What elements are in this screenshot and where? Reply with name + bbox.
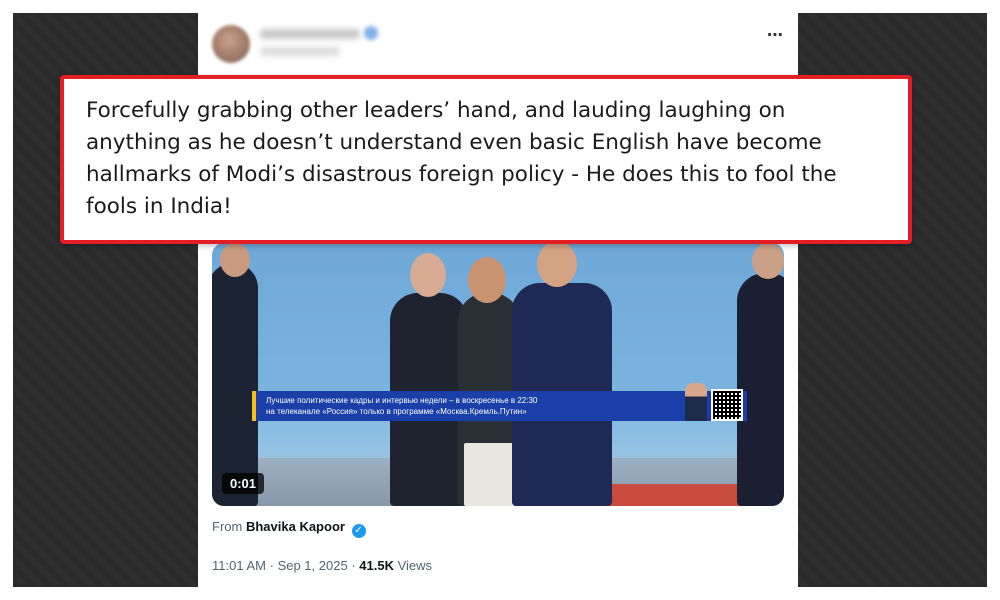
from-attribution: From Bhavika Kapoor ✓ xyxy=(212,519,366,538)
video-person-head xyxy=(220,243,250,277)
from-label: From xyxy=(212,519,243,534)
meta-separator: · xyxy=(351,558,356,573)
author-name-link[interactable]: Bhavika Kapoor xyxy=(246,519,345,534)
video-timestamp-badge: 0:01 xyxy=(222,473,265,494)
verified-badge-icon: ✓ xyxy=(351,524,366,538)
tweet-header: ⋯ xyxy=(198,13,798,75)
tweet-meta: 11:01 AM · Sep 1, 2025 · 41.5K Views xyxy=(212,558,432,573)
video-person-left-edge xyxy=(212,263,258,506)
video-player[interactable]: Лучшие политические кадры и интервью нед… xyxy=(212,243,784,506)
video-person-head xyxy=(752,243,784,279)
qr-code-icon xyxy=(711,389,743,421)
blurred-handle[interactable] xyxy=(260,47,340,56)
video-person-head xyxy=(468,257,506,303)
callout-text: Forcefully grabbing other leaders’ hand,… xyxy=(86,98,837,219)
avatar[interactable] xyxy=(212,25,250,63)
ticker-line-2: на телеканале «Россия» только в программ… xyxy=(266,407,527,416)
video-person-white-kurta xyxy=(464,443,516,506)
views-label: Views xyxy=(397,558,433,573)
ticker-presenter-thumbnail xyxy=(685,383,707,421)
blurred-verified-icon xyxy=(364,26,378,40)
video-person-head xyxy=(537,243,577,287)
quote-callout-box: Forcefully grabbing other leaders’ hand,… xyxy=(60,75,912,244)
news-ticker: Лучшие политические кадры и интервью нед… xyxy=(252,383,747,421)
meta-separator: · xyxy=(269,558,274,573)
more-options-icon[interactable]: ⋯ xyxy=(767,25,784,45)
blurred-display-name[interactable] xyxy=(260,29,360,39)
video-person-right-edge xyxy=(737,273,784,506)
views-count: 41.5K xyxy=(359,558,394,573)
ticker-line-1: Лучшие политические кадры и интервью нед… xyxy=(266,396,538,405)
tweet-time[interactable]: 11:01 AM xyxy=(212,558,266,573)
video-person-head xyxy=(410,253,446,297)
tweet-date[interactable]: Sep 1, 2025 xyxy=(278,558,348,573)
